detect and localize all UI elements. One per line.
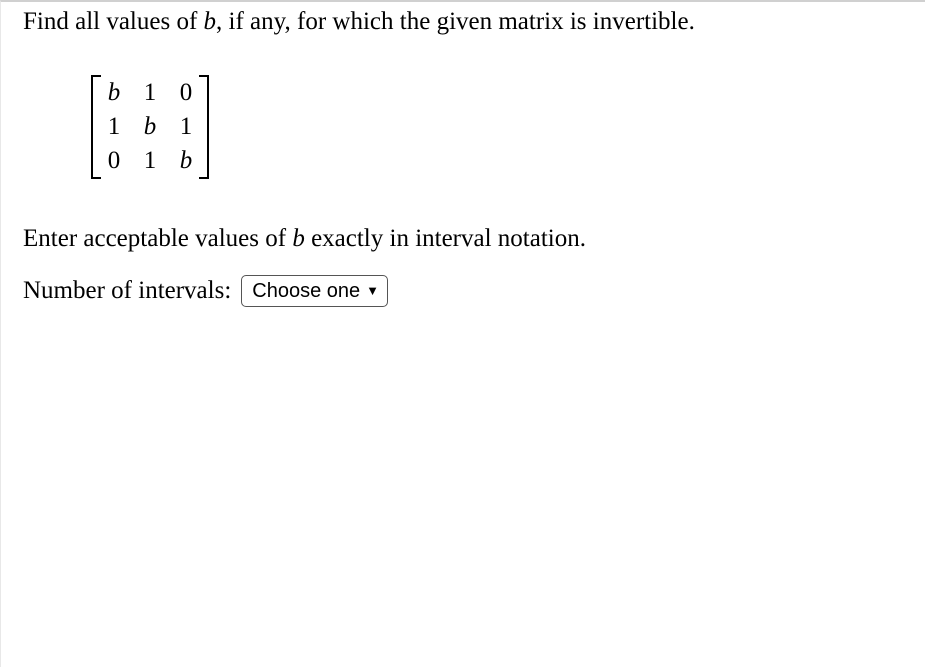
matrix-cell: 1 [143, 147, 157, 175]
interval-count-label: Number of intervals: [23, 277, 231, 305]
dropdown-selected-text: Choose one [252, 279, 360, 303]
question-suffix: , if any, for which the given matrix is … [216, 8, 695, 35]
matrix: b 1 0 1 b 1 0 1 b [91, 75, 905, 179]
instruction-text: Enter acceptable values of b exactly in … [23, 225, 905, 253]
instruction-suffix: exactly in interval notation. [305, 225, 586, 252]
matrix-cell: 1 [179, 113, 193, 141]
matrix-cell: 1 [107, 113, 121, 141]
question-prefix: Find all values of [23, 8, 204, 35]
matrix-cell: b [179, 147, 193, 175]
matrix-right-bracket [199, 75, 209, 179]
matrix-cell: b [107, 79, 121, 107]
question-text: Find all values of b, if any, for which … [23, 6, 905, 39]
interval-count-row: Number of intervals: Choose one ▼ [23, 275, 905, 307]
instruction-prefix: Enter acceptable values of [23, 225, 292, 252]
matrix-cell: 1 [143, 79, 157, 107]
matrix-cell: 0 [107, 147, 121, 175]
problem-page: Find all values of b, if any, for which … [0, 0, 925, 667]
instruction-variable: b [292, 225, 305, 252]
matrix-cell: b [143, 113, 157, 141]
matrix-grid: b 1 0 1 b 1 0 1 b [101, 75, 199, 179]
question-variable: b [204, 8, 217, 35]
matrix-cell: 0 [179, 79, 193, 107]
interval-count-dropdown[interactable]: Choose one ▼ [241, 275, 388, 307]
matrix-left-bracket [91, 75, 101, 179]
chevron-down-icon: ▼ [366, 283, 379, 299]
